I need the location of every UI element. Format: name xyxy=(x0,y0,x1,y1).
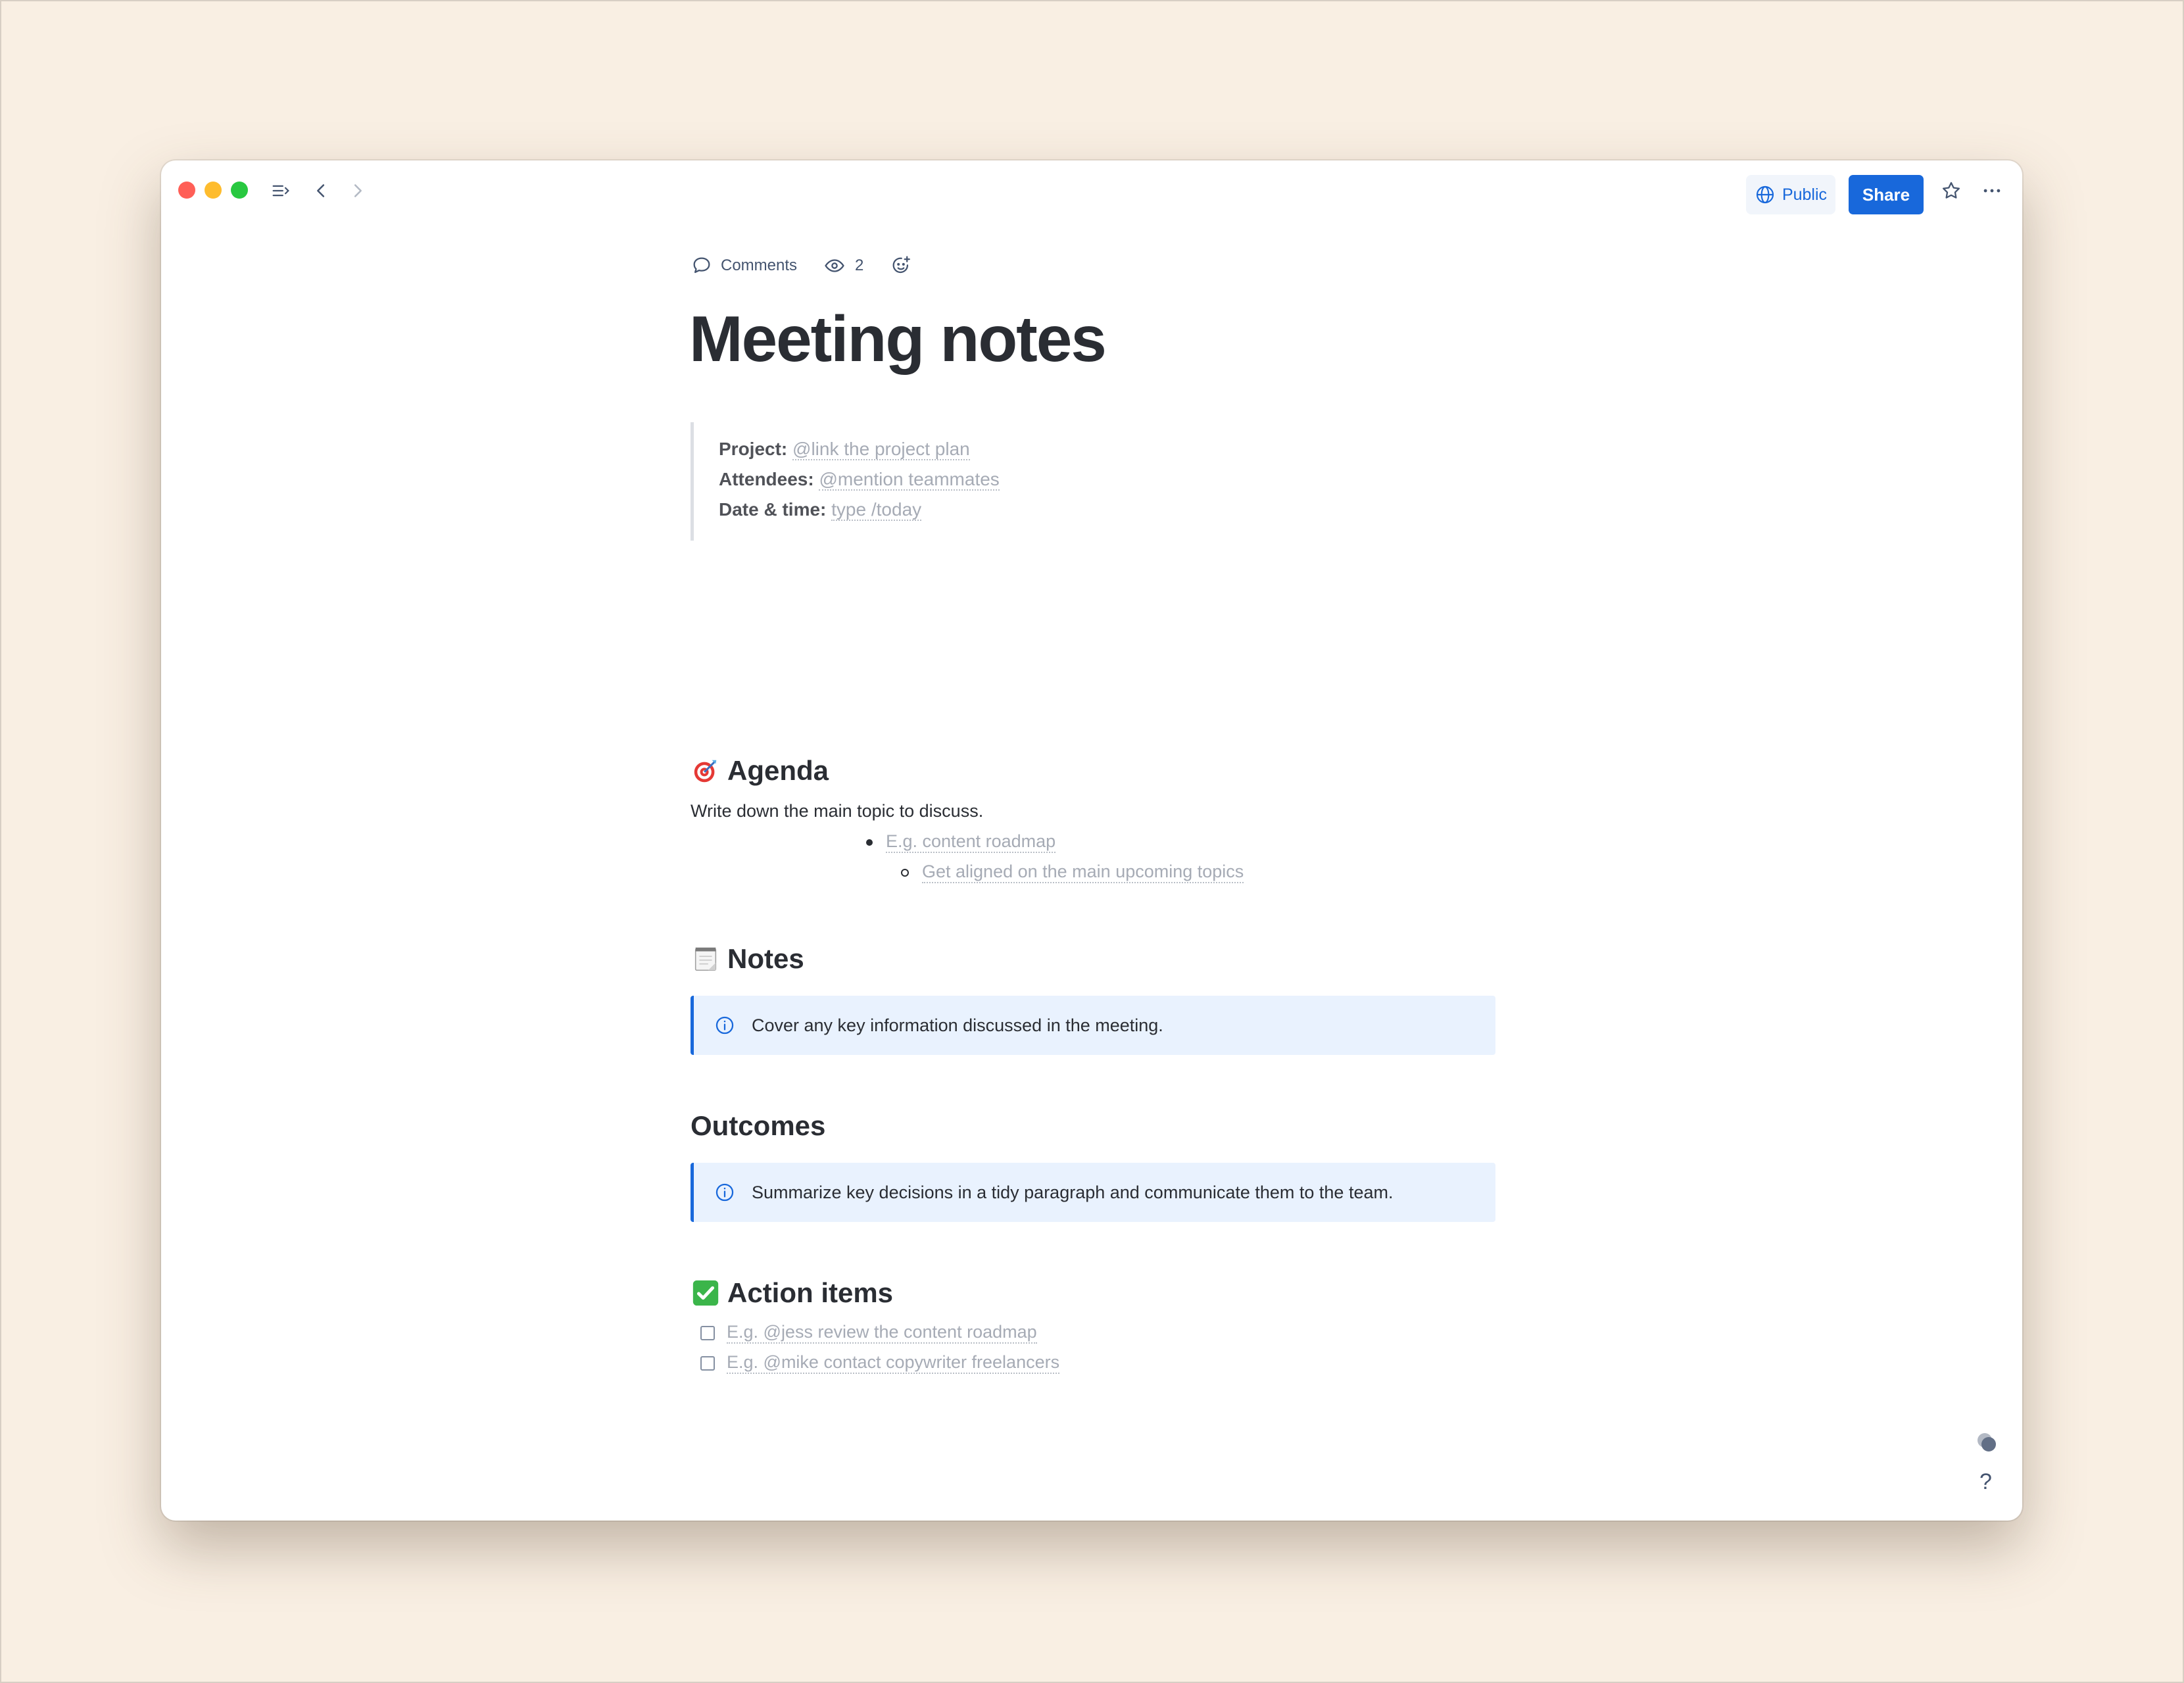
task-checkbox[interactable] xyxy=(700,1325,715,1340)
date-time-placeholder[interactable]: type /today xyxy=(831,499,922,521)
agenda-heading-text: Agenda xyxy=(727,755,829,786)
attendees-label: Attendees: xyxy=(719,469,814,489)
task-text[interactable]: E.g. @jess review the content roadmap xyxy=(727,1322,1037,1344)
notes-info-panel[interactable]: Cover any key information discussed in t… xyxy=(691,996,1495,1055)
star-icon[interactable] xyxy=(1937,176,1966,205)
task-checkbox[interactable] xyxy=(700,1355,715,1371)
more-options-icon[interactable] xyxy=(1978,176,2006,205)
project-label: Project: xyxy=(719,439,788,459)
add-reaction-icon[interactable] xyxy=(890,255,912,277)
eye-icon xyxy=(823,255,846,277)
viewers-count[interactable]: 2 xyxy=(855,256,863,275)
task-item[interactable]: E.g. @jess review the content roadmap xyxy=(700,1322,1037,1344)
task-item[interactable]: E.g. @mike contact copywriter freelancer… xyxy=(700,1352,1060,1374)
forward-arrow-icon[interactable] xyxy=(343,176,372,205)
direct-hit-icon xyxy=(691,756,721,786)
notes-heading[interactable]: Notes xyxy=(691,943,804,975)
date-time-line: Date & time: type /today xyxy=(719,495,1085,525)
info-icon xyxy=(714,1014,736,1037)
date-time-label: Date & time: xyxy=(719,499,827,520)
meeting-details-quote[interactable]: Project: @link the project plan Attendee… xyxy=(691,422,1085,541)
close-window-button[interactable] xyxy=(178,182,195,199)
globe-icon xyxy=(1756,185,1774,204)
notepad-icon xyxy=(691,944,721,974)
agenda-heading[interactable]: Agenda xyxy=(691,755,829,787)
app-window: Public Share Comments 2 Meeting notes Pr… xyxy=(161,160,2022,1521)
share-button[interactable]: Share xyxy=(1849,175,1924,214)
outcomes-info-panel[interactable]: Summarize key decisions in a tidy paragr… xyxy=(691,1163,1495,1222)
chat-bubble-icon[interactable] xyxy=(1974,1431,2001,1455)
comments-link[interactable]: Comments xyxy=(721,256,797,275)
public-label: Public xyxy=(1782,185,1828,204)
check-mark-button-icon xyxy=(691,1278,721,1308)
outcomes-heading[interactable]: Outcomes xyxy=(691,1110,825,1142)
help-button[interactable]: ? xyxy=(1979,1469,1992,1495)
attendees-line: Attendees: @mention teammates xyxy=(719,464,1085,495)
public-button[interactable]: Public xyxy=(1746,175,1835,214)
agenda-sub-bullet[interactable]: Get aligned on the main upcoming topics xyxy=(901,862,1244,883)
sub-bullet-circle xyxy=(901,868,909,877)
agenda-sub-bullet-text[interactable]: Get aligned on the main upcoming topics xyxy=(922,862,1244,883)
task-text[interactable]: E.g. @mike contact copywriter freelancer… xyxy=(727,1352,1060,1374)
attendees-placeholder[interactable]: @mention teammates xyxy=(819,469,1000,491)
outcomes-heading-text: Outcomes xyxy=(691,1110,826,1141)
minimize-window-button[interactable] xyxy=(205,182,222,199)
notes-panel-text: Cover any key information discussed in t… xyxy=(752,1015,1163,1035)
action-items-heading-text: Action items xyxy=(727,1277,894,1308)
project-line: Project: @link the project plan xyxy=(719,434,1085,464)
action-items-heading[interactable]: Action items xyxy=(691,1277,893,1309)
project-placeholder[interactable]: @link the project plan xyxy=(792,439,970,460)
notes-heading-text: Notes xyxy=(727,943,804,974)
agenda-bullet-text[interactable]: E.g. content roadmap xyxy=(886,831,1056,853)
agenda-intro[interactable]: Write down the main topic to discuss. xyxy=(691,801,983,821)
maximize-window-button[interactable] xyxy=(231,182,248,199)
info-icon xyxy=(714,1181,736,1204)
outcomes-panel-text: Summarize key decisions in a tidy paragr… xyxy=(752,1182,1394,1202)
bullet-dot xyxy=(866,839,873,846)
back-arrow-icon[interactable] xyxy=(307,176,336,205)
sidebar-toggle-icon[interactable] xyxy=(266,176,295,205)
page-title[interactable]: Meeting notes xyxy=(689,302,1107,376)
comment-icon[interactable] xyxy=(691,255,713,277)
agenda-bullet[interactable]: E.g. content roadmap xyxy=(866,831,1056,853)
page-byline: Comments 2 xyxy=(691,253,912,279)
